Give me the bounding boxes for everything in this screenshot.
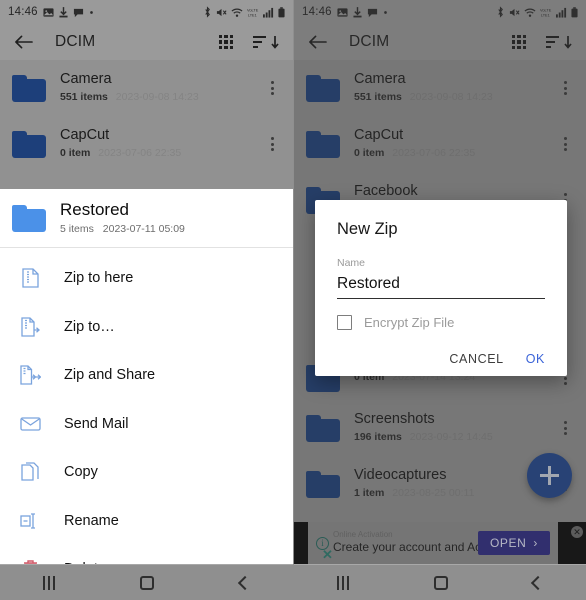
menu-item-zip-to-here[interactable]: Zip to here: [0, 254, 293, 303]
row-meta: Restored 5 items 2023-07-11 05:09: [60, 199, 281, 238]
bluetooth-icon: [205, 6, 210, 18]
system-nav-bar: [0, 564, 293, 600]
menu-item-copy[interactable]: Copy: [0, 448, 293, 497]
grid-view-button[interactable]: [219, 35, 233, 49]
folder-name: CapCut: [60, 127, 110, 144]
page-title: DCIM: [55, 33, 96, 50]
table-row[interactable]: CapCut 0 item 2023-07-06 22:35: [0, 116, 293, 172]
cancel-button[interactable]: CANCEL: [449, 352, 503, 366]
sort-button[interactable]: [253, 35, 279, 49]
folder-subtitle: 5 items 2023-07-11 05:09: [60, 222, 281, 238]
menu-item-send-mail[interactable]: Send Mail: [0, 400, 293, 449]
menu-item-label: Zip to here: [64, 270, 134, 287]
zip-file-icon: [18, 266, 42, 290]
row-meta: CapCut 0 item 2023-07-06 22:35: [60, 126, 263, 161]
item-count: 0 item: [60, 146, 91, 159]
modified-date: 2023-07-06 22:35: [98, 146, 182, 159]
home-button[interactable]: [140, 575, 155, 590]
svg-text:LTE1: LTE1: [248, 13, 257, 17]
menu-item-label: Zip to…: [64, 318, 115, 335]
context-sheet: Restored 5 items 2023-07-11 05:09 Zip to…: [0, 189, 293, 600]
folder-subtitle: 551 items 2023-09-08 14:23: [60, 90, 263, 106]
item-count: 5 items: [60, 222, 94, 235]
back-button[interactable]: [238, 575, 253, 590]
folder-icon: [12, 204, 46, 232]
left-phone-screen: 14:46 VoLTE LTE1 DCIM Camera 551 items 2…: [0, 0, 293, 600]
sort-arrow-icon: [271, 36, 279, 49]
selected-folder-row[interactable]: Restored 5 items 2023-07-11 05:09: [0, 189, 293, 247]
encrypt-zip-checkbox-row[interactable]: Encrypt Zip File: [337, 315, 545, 330]
folder-icon: [12, 130, 46, 158]
menu-item-rename[interactable]: Rename: [0, 497, 293, 546]
left-file-list: Camera 551 items 2023-09-08 14:23 CapCut…: [0, 60, 293, 189]
dialog-title: New Zip: [337, 220, 398, 238]
grid-icon: [219, 35, 233, 49]
recent-apps-button[interactable]: [42, 575, 55, 590]
sort-icon: [253, 35, 270, 49]
folder-name: Camera: [60, 71, 112, 88]
back-arrow-icon[interactable]: [14, 34, 33, 50]
copy-icon: [18, 460, 42, 484]
mail-icon: [18, 412, 42, 436]
ok-button[interactable]: OK: [526, 352, 545, 366]
table-row[interactable]: Camera 551 items 2023-09-08 14:23: [0, 60, 293, 116]
menu-item-label: Rename: [64, 512, 119, 529]
status-bar: 14:46 VoLTE LTE1: [0, 0, 293, 24]
wifi-icon: [231, 8, 243, 17]
menu-item-zip-and-share[interactable]: Zip and Share: [0, 351, 293, 400]
dual-screenshot-container: 14:46 VoLTE LTE1 DCIM Camera 551 items 2…: [0, 0, 586, 600]
battery-icon: [278, 6, 285, 17]
zip-to-icon: [18, 315, 42, 339]
app-bar: DCIM: [0, 24, 293, 60]
right-phone-screen: 14:46 VoLTE LTE1 DCIM Camera 551 items 2…: [293, 0, 586, 600]
modified-date: 2023-07-11 05:09: [102, 222, 185, 235]
zip-name-input[interactable]: [337, 273, 545, 299]
zip-share-icon: [18, 363, 42, 387]
recent-apps-button[interactable]: [336, 575, 349, 590]
menu-item-label: Copy: [64, 464, 98, 481]
signal-icon: [263, 7, 274, 18]
menu-item-zip-to[interactable]: Zip to…: [0, 303, 293, 352]
message-icon: [73, 8, 83, 17]
dot-icon: [89, 10, 93, 14]
image-icon: [43, 7, 54, 17]
encrypt-checkbox[interactable]: [337, 315, 352, 330]
item-count: 551 items: [60, 90, 108, 103]
svg-text:VoLTE: VoLTE: [247, 8, 259, 12]
context-menu: Zip to here Zip to… Zip and Share Send M…: [0, 248, 293, 600]
new-zip-dialog: New Zip Name Encrypt Zip File CANCEL OK: [315, 200, 567, 376]
menu-item-label: Zip and Share: [64, 367, 156, 384]
modified-date: 2023-09-08 14:23: [115, 90, 199, 103]
status-time: 14:46: [8, 6, 38, 18]
folder-subtitle: 0 item 2023-07-06 22:35: [60, 146, 263, 162]
system-nav-bar: [294, 564, 586, 600]
rename-icon: [18, 509, 42, 533]
row-more-button[interactable]: [263, 137, 281, 151]
home-button[interactable]: [433, 575, 448, 590]
folder-name: Restored: [60, 199, 129, 219]
mute-icon: [216, 8, 227, 16]
dim-filler: [0, 172, 293, 189]
folder-icon: [12, 74, 46, 102]
row-more-button[interactable]: [263, 81, 281, 95]
dialog-actions: CANCEL OK: [337, 352, 545, 366]
row-meta: Camera 551 items 2023-09-08 14:23: [60, 70, 263, 105]
encrypt-checkbox-label: Encrypt Zip File: [364, 315, 455, 330]
menu-item-label: Send Mail: [64, 415, 129, 432]
status-bar-right: VoLTE LTE1: [203, 6, 285, 18]
status-bar-left: 14:46: [8, 6, 94, 18]
name-field-label: Name: [337, 257, 366, 269]
volte-icon: VoLTELTE1: [247, 8, 259, 17]
download-icon: [59, 6, 68, 17]
back-button[interactable]: [531, 575, 546, 590]
